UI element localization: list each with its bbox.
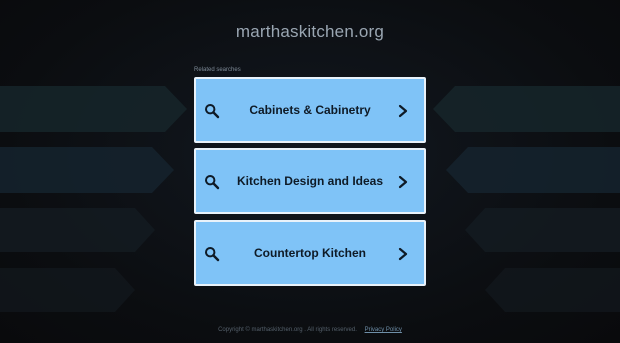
- decor-arrow: [433, 86, 620, 132]
- copyright-text: Copyright © marthaskitchen.org . All rig…: [218, 327, 357, 333]
- chevron-right-icon: [398, 104, 408, 118]
- search-icon: [205, 175, 220, 190]
- privacy-policy-link[interactable]: Privacy Policy: [365, 327, 402, 333]
- search-icon: [205, 104, 220, 119]
- related-searches-label: Related searches: [194, 67, 241, 73]
- related-search-label: Countertop Kitchen: [254, 246, 366, 260]
- decor-arrow: [465, 208, 620, 252]
- decor-arrow: [0, 208, 155, 252]
- decor-arrow: [485, 268, 620, 312]
- chevron-right-icon: [398, 247, 408, 261]
- decor-arrow: [0, 147, 174, 193]
- related-search-kitchen-design[interactable]: Kitchen Design and Ideas: [194, 148, 426, 214]
- decor-arrow: [0, 86, 187, 132]
- parked-domain-page: marthaskitchen.org Related searches Cabi…: [0, 0, 620, 343]
- related-search-countertop[interactable]: Countertop Kitchen: [194, 220, 426, 286]
- decor-arrow: [446, 147, 620, 193]
- search-icon: [205, 247, 220, 262]
- related-search-cabinets[interactable]: Cabinets & Cabinetry: [194, 77, 426, 143]
- decor-arrow: [0, 268, 135, 312]
- footer: Copyright © marthaskitchen.org . All rig…: [0, 327, 620, 333]
- related-search-label: Cabinets & Cabinetry: [249, 103, 371, 117]
- chevron-right-icon: [398, 175, 408, 189]
- related-search-label: Kitchen Design and Ideas: [236, 174, 384, 188]
- domain-title: marthaskitchen.org: [235, 22, 385, 41]
